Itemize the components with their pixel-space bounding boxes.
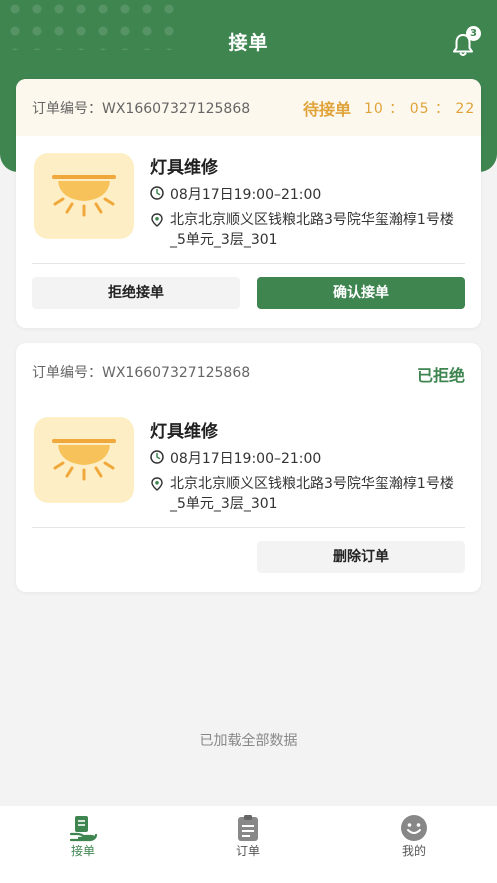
order-card-pending: 订单编号：WX16607327125868 待接单 10 ： 05 ： 22 灯…	[16, 79, 481, 328]
service-title: 灯具维修	[150, 158, 218, 178]
order-card-header: 订单编号：WX16607327125868 已拒绝	[16, 343, 481, 400]
lamp-thumbnail	[34, 417, 134, 503]
location-pin-icon	[151, 477, 163, 491]
tab-accept-orders[interactable]: 接单	[23, 806, 143, 883]
notification-badge: 3	[466, 26, 481, 41]
bottom-tab-bar: 接单 订单 我的	[0, 806, 497, 883]
card-divider	[32, 527, 465, 528]
order-card-rejected: 订单编号：WX16607327125868 已拒绝 灯具维修 08月17日19:…	[16, 343, 481, 592]
clipboard-icon	[238, 815, 258, 841]
order-number: 订单编号：WX16607327125868	[32, 365, 251, 381]
tab-orders[interactable]: 订单	[188, 806, 308, 883]
service-time-row: 08月17日19:00–21:00	[150, 184, 321, 204]
tab-label: 我的	[401, 844, 426, 858]
lamp-icon	[52, 175, 116, 217]
tab-profile[interactable]: 我的	[354, 806, 474, 883]
status-rejected: 已拒绝	[416, 366, 465, 385]
lamp-icon	[52, 439, 116, 481]
card-divider	[32, 263, 465, 264]
confirm-order-button[interactable]: 确认接单	[257, 277, 465, 309]
service-address-row: 北京北京顺义区钱粮北路3号院华玺瀚椁1号楼_5单元_3层_301	[150, 474, 465, 514]
order-card-header: 订单编号：WX16607327125868 待接单 10 ： 05 ： 22	[16, 79, 481, 136]
service-address-row: 北京北京顺义区钱粮北路3号院华玺瀚椁1号楼_5单元_3层_301	[150, 210, 465, 250]
clock-icon	[150, 186, 164, 200]
countdown-timer: 10 ： 05 ： 22	[364, 101, 476, 117]
page-title: 接单	[228, 32, 269, 54]
lamp-thumbnail	[34, 153, 134, 239]
service-time: 08月17日19:00–21:00	[170, 187, 322, 203]
service-time: 08月17日19:00–21:00	[170, 451, 322, 467]
service-address: 北京北京顺义区钱粮北路3号院华玺瀚椁1号楼_5单元_3层_301	[170, 212, 454, 248]
smiley-face-icon	[401, 815, 427, 841]
service-time-row: 08月17日19:00–21:00	[150, 448, 321, 468]
clock-icon	[150, 450, 164, 464]
service-address: 北京北京顺义区钱粮北路3号院华玺瀚椁1号楼_5单元_3层_301	[170, 476, 454, 512]
reject-order-button[interactable]: 拒绝接单	[32, 277, 240, 309]
service-title: 灯具维修	[150, 422, 218, 442]
order-number: 订单编号：WX16607327125868	[32, 101, 251, 117]
accept-order-icon	[69, 816, 97, 842]
all-data-loaded-text: 已加载全部数据	[199, 733, 298, 749]
tab-label: 接单	[70, 844, 95, 858]
delete-order-button[interactable]: 删除订单	[257, 541, 465, 573]
tab-label: 订单	[235, 844, 260, 858]
location-pin-icon	[151, 213, 163, 227]
status-pending: 待接单	[303, 100, 352, 119]
